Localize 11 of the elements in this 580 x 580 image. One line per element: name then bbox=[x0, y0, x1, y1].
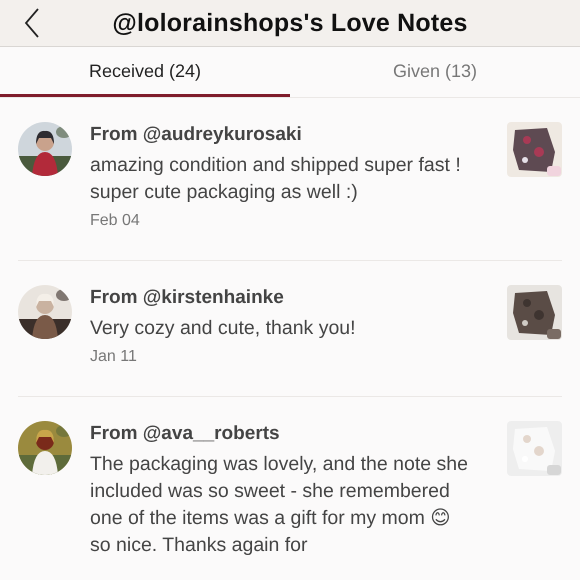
sender-name[interactable]: From @ava__roberts bbox=[90, 423, 507, 445]
note-date: Jan 11 bbox=[90, 348, 138, 366]
sender-name[interactable]: From @kirstenhainke bbox=[90, 287, 507, 309]
sender-name[interactable]: From @audreykurosaki bbox=[90, 124, 507, 146]
page-title: @lolorainshops's Love Notes bbox=[112, 8, 468, 38]
note-text: amazing condition and shipped super fast ! super cute packaging as well :) bbox=[90, 153, 462, 205]
tab[interactable]: Given (13) bbox=[290, 47, 580, 97]
note-text: The packaging was lovely, and the note she included was so sweet - she remembered one of the items was a gift for my mom 😊 so nice. Thanks again for bbox=[90, 452, 469, 558]
tab[interactable]: Received (24) bbox=[0, 47, 290, 97]
note-date: Feb 04 bbox=[90, 212, 141, 230]
note-text: Very cozy and cute, thank you! bbox=[90, 316, 357, 341]
